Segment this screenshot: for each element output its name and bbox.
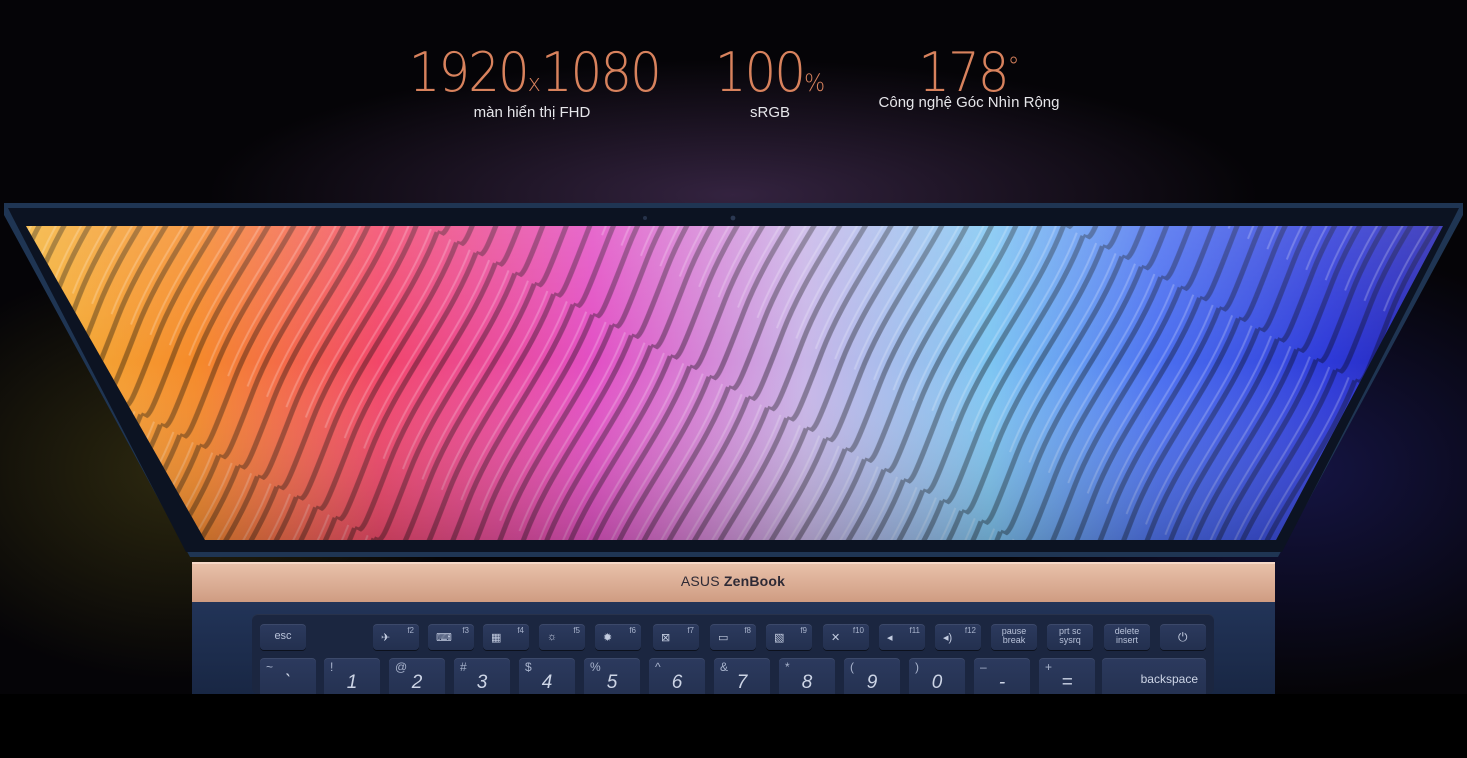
- volume-down-icon: ◂: [887, 632, 893, 644]
- touchpad-icon: ▧: [774, 632, 785, 644]
- key-3[interactable]: #3: [454, 658, 510, 694]
- brightness-down-icon: ☼: [547, 631, 558, 643]
- keyboard-light-down-icon: ⌨: [436, 632, 452, 644]
- product-banner: 1920x1080 màn hiển thị FHD 100% sRGB 178…: [0, 0, 1467, 758]
- project-display-icon: ▭: [718, 632, 729, 644]
- brightness-up-icon: ✹: [603, 632, 613, 644]
- mute-icon: ✕: [831, 632, 841, 644]
- volume-up-key[interactable]: ◂) f12: [935, 624, 981, 650]
- key-5[interactable]: % 5: [584, 658, 640, 694]
- main-label: 0: [931, 672, 943, 693]
- fn-label: f5: [573, 626, 580, 635]
- key-9[interactable]: (9: [844, 658, 900, 694]
- brand-maker: ASUS: [680, 573, 720, 589]
- fn-label: f4: [517, 626, 524, 635]
- key-4[interactable]: $4: [519, 658, 575, 694]
- key-sublabel: break: [1002, 635, 1026, 645]
- fn-label: f8: [744, 626, 751, 635]
- power-key[interactable]: ⏻: [1160, 624, 1206, 650]
- main-label: =: [1061, 672, 1073, 693]
- display-off-icon: ⊠: [661, 632, 671, 644]
- main-label: 7: [736, 672, 748, 693]
- volume-up-icon: ◂): [943, 632, 953, 644]
- keyboard-light-up-icon: ▦: [491, 632, 502, 644]
- delete-key[interactable]: delete insert: [1104, 624, 1150, 650]
- key-sublabel: sysrq: [1059, 635, 1081, 645]
- project-display-key[interactable]: ▭ f8: [710, 624, 756, 650]
- airplane-mode-key[interactable]: ✈ f2: [373, 624, 419, 650]
- main-label: 8: [801, 672, 813, 693]
- brightness-up-key[interactable]: ✹ f6: [595, 624, 641, 650]
- main-label: 2: [411, 672, 423, 693]
- main-label: backspace: [1140, 672, 1198, 686]
- key-7[interactable]: & 7: [714, 658, 770, 694]
- brand-label: ASUS ZenBook: [600, 573, 866, 589]
- main-label: -: [998, 672, 1006, 693]
- fn-label: f7: [687, 626, 694, 635]
- main-label: 3: [476, 672, 488, 693]
- key-6[interactable]: ^ 6: [649, 658, 705, 694]
- main-label: 5: [606, 672, 618, 693]
- fn-label: f11: [909, 626, 920, 635]
- minus-key[interactable]: – -: [974, 658, 1030, 694]
- main-label: `: [284, 672, 292, 693]
- fn-label: f9: [800, 626, 807, 635]
- keyboard: esc ✈ f2 ⌨ f3 ▦ f4 ☼ f5 ✹ f6 ⊠ f7 ▭ f8 ▧ f9 ✕ f10…: [252, 614, 1214, 694]
- brand-model: ZenBook: [723, 573, 786, 589]
- pause-break-key[interactable]: pause break: [991, 624, 1037, 650]
- mute-key[interactable]: ✕ f10: [823, 624, 869, 650]
- equals-key[interactable]: + =: [1039, 658, 1095, 694]
- key-sublabel: insert: [1115, 635, 1138, 645]
- brightness-down-key[interactable]: ☼ f5: [539, 624, 585, 650]
- esc-key[interactable]: esc: [260, 624, 306, 650]
- touchpad-toggle-key[interactable]: ▧ f9: [766, 624, 812, 650]
- keyboard-backlight-down-key[interactable]: ⌨ f3: [428, 624, 474, 650]
- backspace-key[interactable]: backspace: [1102, 658, 1206, 694]
- fn-label: f12: [964, 626, 976, 635]
- fn-label: f10: [852, 626, 864, 635]
- bottom-crop-bar: [0, 694, 1467, 758]
- fn-label: f6: [629, 626, 636, 635]
- display-off-key[interactable]: ⊠ f7: [653, 624, 699, 650]
- fn-label: f2: [407, 626, 414, 635]
- main-label: 1: [346, 672, 358, 693]
- key-0[interactable]: ) 0: [909, 658, 965, 694]
- keyboard-backlight-up-key[interactable]: ▦ f4: [483, 624, 529, 650]
- backtick-key[interactable]: ~ `: [260, 658, 316, 694]
- fn-label: f3: [462, 626, 469, 635]
- volume-down-key[interactable]: ◂ f11: [879, 624, 925, 650]
- main-label: 6: [671, 672, 683, 693]
- power-icon: ⏻: [1178, 630, 1188, 644]
- print-screen-key[interactable]: prt sc sysrq: [1047, 624, 1093, 650]
- key-8[interactable]: * 8: [779, 658, 835, 694]
- display-panel: [26, 226, 1443, 540]
- key-1[interactable]: ! 1: [324, 658, 380, 694]
- key-2[interactable]: @2: [389, 658, 445, 694]
- airplane-icon: ✈: [381, 632, 391, 644]
- main-label: 9: [866, 672, 878, 693]
- main-label: 4: [541, 672, 553, 693]
- key-label: esc: [274, 630, 292, 642]
